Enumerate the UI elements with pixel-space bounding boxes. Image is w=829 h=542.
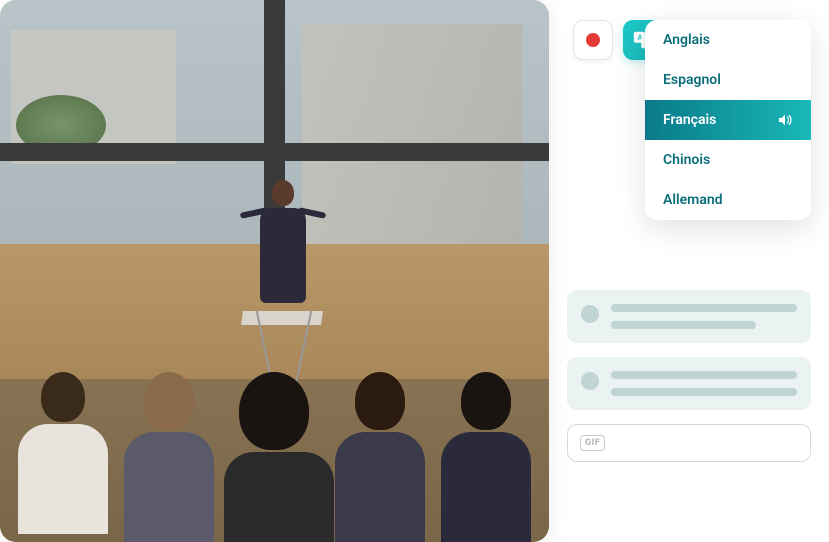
language-option-francais[interactable]: Français: [645, 100, 811, 140]
chat-message: [567, 290, 811, 343]
language-label: Allemand: [663, 192, 723, 208]
audience: [0, 314, 549, 542]
language-label: Anglais: [663, 32, 710, 48]
language-option-allemand[interactable]: Allemand: [645, 180, 811, 220]
record-button[interactable]: [573, 20, 613, 60]
language-option-chinois[interactable]: Chinois: [645, 140, 811, 180]
text-placeholder: [611, 304, 797, 312]
language-option-espagnol[interactable]: Espagnol: [645, 60, 811, 100]
text-placeholder: [611, 321, 756, 329]
presenter: [258, 180, 308, 320]
language-label: Espagnol: [663, 72, 721, 88]
chat-area: GIF: [567, 290, 811, 462]
language-label: Chinois: [663, 152, 710, 168]
avatar: [581, 372, 599, 390]
gif-button[interactable]: GIF: [580, 435, 605, 451]
language-label: Français: [663, 112, 716, 128]
language-option-anglais[interactable]: Anglais: [645, 20, 811, 60]
language-dropdown: Anglais Espagnol Français Chinois Allema…: [645, 20, 811, 220]
control-panel: A 文 Anglais Espagnol Français Chinois Al…: [549, 0, 829, 542]
text-placeholder: [611, 371, 797, 379]
text-placeholder: [611, 388, 797, 396]
chat-message: [567, 357, 811, 410]
video-feed: [0, 0, 549, 542]
conference-scene: [0, 0, 549, 542]
avatar: [581, 305, 599, 323]
record-icon: [586, 33, 600, 47]
message-input[interactable]: GIF: [567, 424, 811, 462]
speaker-icon: [777, 112, 793, 128]
